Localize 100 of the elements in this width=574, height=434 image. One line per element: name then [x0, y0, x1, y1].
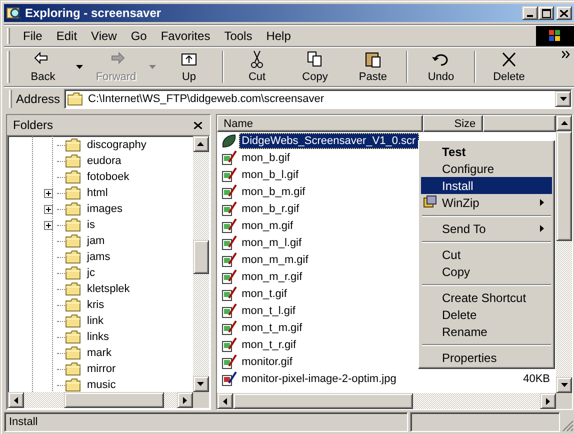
image-file-icon [220, 200, 237, 216]
scrollbar-corner [556, 393, 572, 409]
menu-item[interactable]: Copy [421, 263, 552, 280]
menu-item[interactable]: Test [421, 143, 552, 160]
scrollbar-corner [192, 392, 209, 408]
left-arrow-icon [222, 398, 227, 404]
folder-name[interactable]: is [87, 219, 95, 231]
toolbar-button[interactable]: Back [14, 48, 72, 84]
maximize-button[interactable] [538, 6, 554, 20]
expand-icon[interactable] [44, 188, 53, 198]
menu-item[interactable]: Properties [421, 349, 552, 366]
minimize-button[interactable] [522, 6, 538, 20]
file-name[interactable]: mon_t_l.gif [238, 302, 298, 318]
menu-item[interactable]: Go [124, 26, 154, 44]
expand-icon[interactable] [44, 220, 53, 230]
folder-name[interactable]: discography [87, 139, 146, 151]
file-name[interactable]: mon_m_r.gif [238, 268, 306, 284]
folder-icon [65, 250, 81, 264]
file-name[interactable]: mon_b.gif [238, 150, 293, 166]
resize-grip-icon[interactable] [562, 420, 574, 432]
menu-item[interactable]: Send To [421, 220, 552, 237]
scroll-up-button[interactable] [556, 115, 572, 131]
image-file-icon [220, 268, 237, 284]
toolbar-button[interactable]: Undo [412, 48, 470, 84]
toolbar-button[interactable]: Up [160, 48, 218, 84]
scroll-right-button[interactable] [540, 393, 556, 409]
menu-item[interactable]: Configure [421, 160, 552, 177]
toolbar-button[interactable]: Copy [286, 48, 344, 84]
folder-icon [65, 138, 81, 152]
menu-item[interactable]: Delete [421, 306, 552, 323]
dropdown-button[interactable] [555, 90, 571, 106]
scrollbar-thumb[interactable] [192, 240, 209, 274]
dropdown-arrow-icon[interactable] [76, 64, 83, 68]
toolbar-button[interactable]: Cut [228, 48, 286, 84]
folder-name[interactable]: kletsplek [87, 283, 130, 295]
chevron-icon[interactable] [562, 51, 570, 58]
address-field[interactable]: C:\Internet\WS_FTP\didgeweb.com\screensaver [64, 88, 572, 108]
folder-name[interactable]: jams [87, 251, 110, 263]
menu-item[interactable]: Help [259, 26, 298, 44]
scroll-left-button[interactable] [8, 392, 24, 408]
scroll-left-button[interactable] [216, 393, 233, 409]
toolbar-button[interactable]: Delete [480, 48, 538, 84]
column-header[interactable]: Name [216, 115, 423, 132]
scrollbar-thumb[interactable] [232, 393, 413, 409]
folder-name[interactable]: kris [87, 299, 104, 311]
menu-item[interactable]: WinZip [421, 194, 552, 211]
menu-item[interactable]: Create Shortcut [421, 289, 552, 306]
file-name[interactable]: mon_t_m.gif [238, 320, 306, 336]
close-icon[interactable] [194, 122, 202, 128]
folder-icon [65, 314, 81, 328]
menu-item[interactable]: View [84, 26, 124, 44]
folder-name[interactable]: link [87, 315, 104, 327]
folder-name[interactable]: mirror [87, 363, 116, 375]
close-button[interactable] [556, 6, 572, 20]
menu-item[interactable]: Edit [49, 26, 84, 44]
folder-name[interactable]: links [87, 331, 110, 343]
toolbar-button[interactable]: Paste [344, 48, 402, 84]
file-name[interactable]: monitor.gif [238, 354, 296, 370]
scroll-down-button[interactable] [556, 377, 572, 393]
scrollbar-thumb[interactable] [64, 392, 164, 408]
image-file-icon [220, 166, 237, 182]
file-name[interactable]: mon_t.gif [238, 286, 290, 302]
expand-icon[interactable] [44, 204, 53, 214]
file-name[interactable]: mon_b_m.gif [238, 184, 308, 200]
menu-item[interactable]: Install [421, 177, 552, 194]
file-name[interactable]: mon_m_l.gif [238, 234, 305, 250]
folder-name[interactable]: images [87, 203, 122, 215]
image-file-icon [220, 354, 237, 370]
menu-item[interactable]: File [16, 26, 50, 44]
folder-icon [67, 92, 84, 106]
folder-name[interactable]: fotoboek [87, 171, 130, 183]
file-name[interactable]: mon_m_m.gif [238, 252, 312, 268]
folder-name[interactable]: music [87, 379, 116, 391]
folder-name[interactable]: jc [87, 267, 95, 279]
file-name[interactable]: mon_b_r.gif [238, 200, 302, 216]
status-text: Install [4, 412, 408, 432]
explorer-icon [6, 5, 22, 21]
scroll-right-button[interactable] [176, 392, 193, 408]
image-file-icon [220, 150, 237, 166]
file-name[interactable]: DidgeWebs_Screensaver_V1_0.scr [238, 132, 419, 148]
menu-item[interactable]: Cut [421, 246, 552, 263]
folder-name[interactable]: html [87, 187, 108, 199]
menu-item[interactable]: Tools [217, 26, 260, 44]
file-name[interactable]: monitor-pixel-image-2-optim.jpg [238, 370, 400, 386]
file-name[interactable]: mon_b_l.gif [238, 166, 302, 182]
folder-name[interactable]: jam [87, 235, 105, 247]
column-header[interactable] [482, 115, 556, 132]
folder-icon [65, 298, 81, 312]
right-arrow-icon [546, 398, 550, 404]
menu-item[interactable]: Rename [421, 323, 552, 340]
file-name[interactable]: mon_t_r.gif [238, 336, 300, 352]
menu-item[interactable]: Favorites [154, 26, 218, 44]
column-header[interactable]: Size [422, 115, 483, 132]
scroll-down-button[interactable] [192, 376, 209, 392]
scroll-up-button[interactable] [192, 136, 209, 152]
scrollbar-thumb[interactable] [556, 131, 572, 241]
address-label: Address [16, 92, 60, 106]
folder-name[interactable]: mark [87, 347, 112, 359]
file-name[interactable]: mon_m.gif [238, 218, 296, 234]
folder-name[interactable]: eudora [87, 155, 122, 167]
